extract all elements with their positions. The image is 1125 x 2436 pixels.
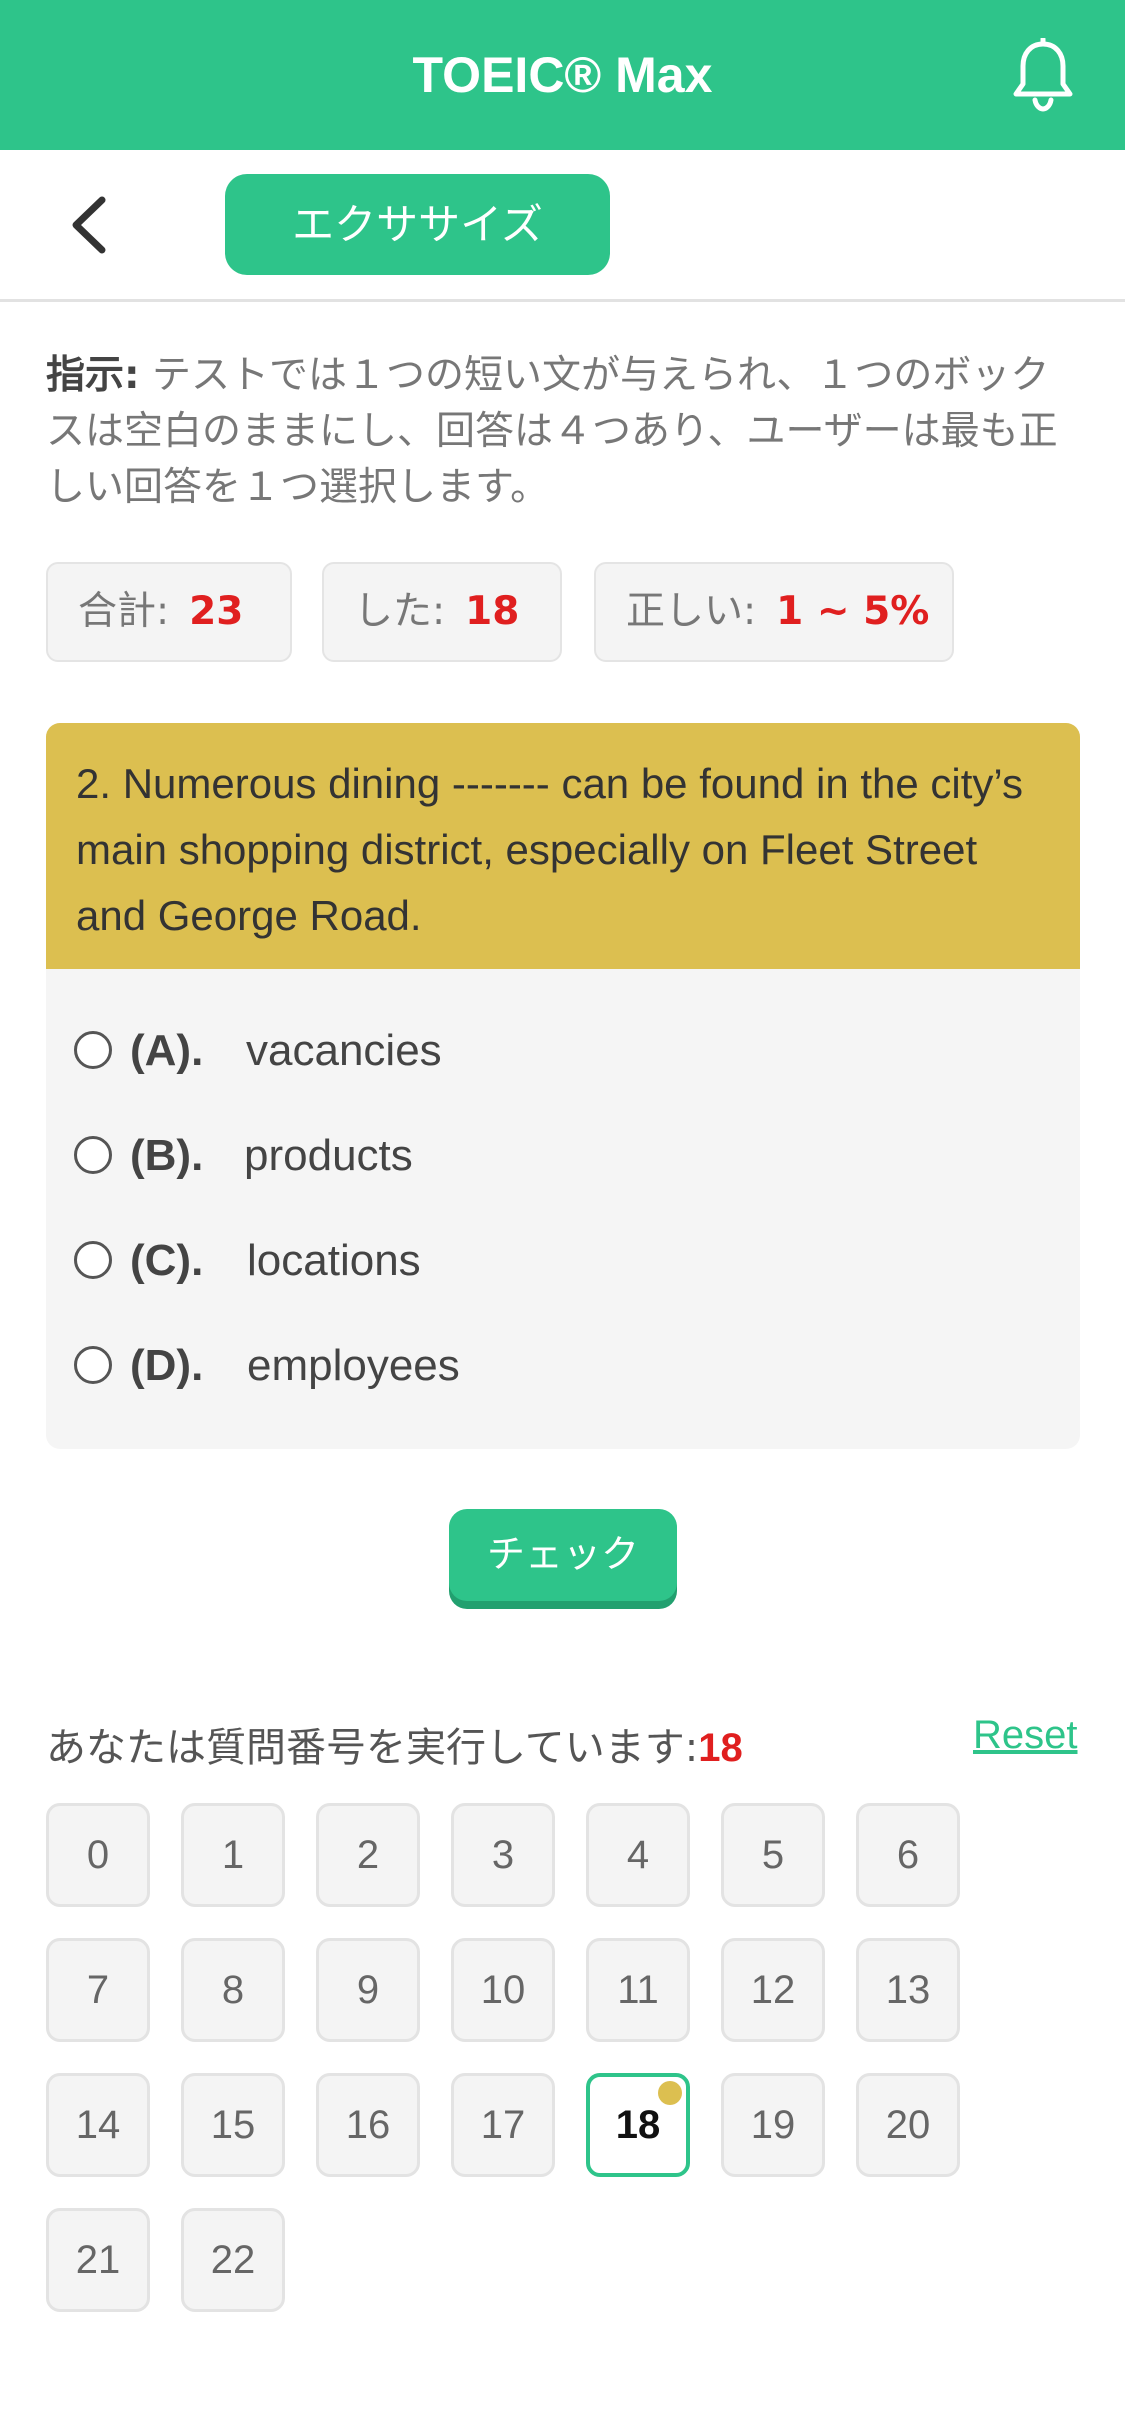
option-b[interactable]: (B). products [74, 1121, 974, 1191]
question-number-1[interactable]: 1 [181, 1803, 285, 1907]
option-a[interactable]: (A). vacancies [74, 1016, 974, 1086]
question-number-18[interactable]: 18 [586, 2073, 690, 2177]
question-number-19[interactable]: 19 [721, 2073, 825, 2177]
question-number-3[interactable]: 3 [451, 1803, 555, 1907]
option-d[interactable]: (D). employees [74, 1331, 974, 1401]
question-number-22[interactable]: 22 [181, 2208, 285, 2312]
question-number-0[interactable]: 0 [46, 1803, 150, 1907]
question-card: 2. Numerous dining ------- can be found … [46, 723, 1080, 1449]
option-a-text: vacancies [246, 1026, 442, 1075]
question-number-16[interactable]: 16 [316, 2073, 420, 2177]
stat-done-label: した: [354, 589, 446, 634]
question-number-15[interactable]: 15 [181, 2073, 285, 2177]
question-number-8[interactable]: 8 [181, 1938, 285, 2042]
question-number-17[interactable]: 17 [451, 2073, 555, 2177]
question-number-7[interactable]: 7 [46, 1938, 150, 2042]
radio-button-c[interactable] [74, 1241, 112, 1279]
option-b-letter: (B). [130, 1131, 204, 1180]
stat-correct-value: 1 ~ 5% [776, 589, 930, 634]
question-text: 2. Numerous dining ------- can be found … [46, 723, 1080, 969]
question-number-14[interactable]: 14 [46, 2073, 150, 2177]
option-d-letter: (D). [130, 1341, 204, 1390]
question-number-13[interactable]: 13 [856, 1938, 960, 2042]
option-c-text: locations [247, 1236, 421, 1285]
app-title: TOEIC® Max [412, 47, 713, 103]
question-number-20[interactable]: 20 [856, 2073, 960, 2177]
bell-icon[interactable] [1010, 38, 1076, 112]
question-number-6[interactable]: 6 [856, 1803, 960, 1907]
option-d-text: employees [247, 1341, 460, 1390]
app-header: TOEIC® Max [0, 0, 1125, 150]
current-question-text: あなたは質問番号を実行しています: [46, 1725, 699, 1771]
stat-done: した: 18 [322, 562, 562, 662]
question-number-2[interactable]: 2 [316, 1803, 420, 1907]
current-question-label: あなたは質問番号を実行しています:18 [46, 1715, 743, 1773]
stat-done-value: 18 [465, 589, 520, 634]
question-number-4[interactable]: 4 [586, 1803, 690, 1907]
current-question-number: 18 [698, 1726, 743, 1770]
stat-correct-label: 正しい: [626, 589, 757, 634]
option-c-letter: (C). [130, 1236, 204, 1285]
instruction-body: テストでは１つの短い文が与えられ、１つのボックスは空白のままにし、回答は４つあり… [46, 353, 1058, 510]
question-number-21[interactable]: 21 [46, 2208, 150, 2312]
question-number-11[interactable]: 11 [586, 1938, 690, 2042]
question-number-5[interactable]: 5 [721, 1803, 825, 1907]
chevron-left-icon[interactable] [62, 190, 122, 260]
sub-navigation: エクササイズ [0, 150, 1125, 302]
stat-total-value: 23 [189, 589, 244, 634]
stat-total-label: 合計: [78, 589, 170, 634]
question-number-10[interactable]: 10 [451, 1938, 555, 2042]
option-a-letter: (A). [130, 1026, 204, 1075]
instruction-text: 指示: テストでは１つの短い文が与えられ、１つのボックスは空白のままにし、回答は… [46, 348, 1076, 516]
stat-correct: 正しい: 1 ~ 5% [594, 562, 954, 662]
reset-link[interactable]: Reset [973, 1713, 1078, 1758]
question-number-18-label: 18 [615, 2103, 661, 2147]
radio-button-d[interactable] [74, 1346, 112, 1384]
exercise-button[interactable]: エクササイズ [225, 174, 610, 275]
instruction-lead: 指示: [46, 353, 140, 398]
stat-total: 合計: 23 [46, 562, 292, 662]
check-button[interactable]: チェック [449, 1509, 677, 1601]
option-b-text: products [244, 1131, 413, 1180]
radio-button-a[interactable] [74, 1031, 112, 1069]
question-number-12[interactable]: 12 [721, 1938, 825, 2042]
option-c[interactable]: (C). locations [74, 1226, 974, 1296]
radio-button-b[interactable] [74, 1136, 112, 1174]
question-number-9[interactable]: 9 [316, 1938, 420, 2042]
current-marker-dot [658, 2081, 682, 2105]
